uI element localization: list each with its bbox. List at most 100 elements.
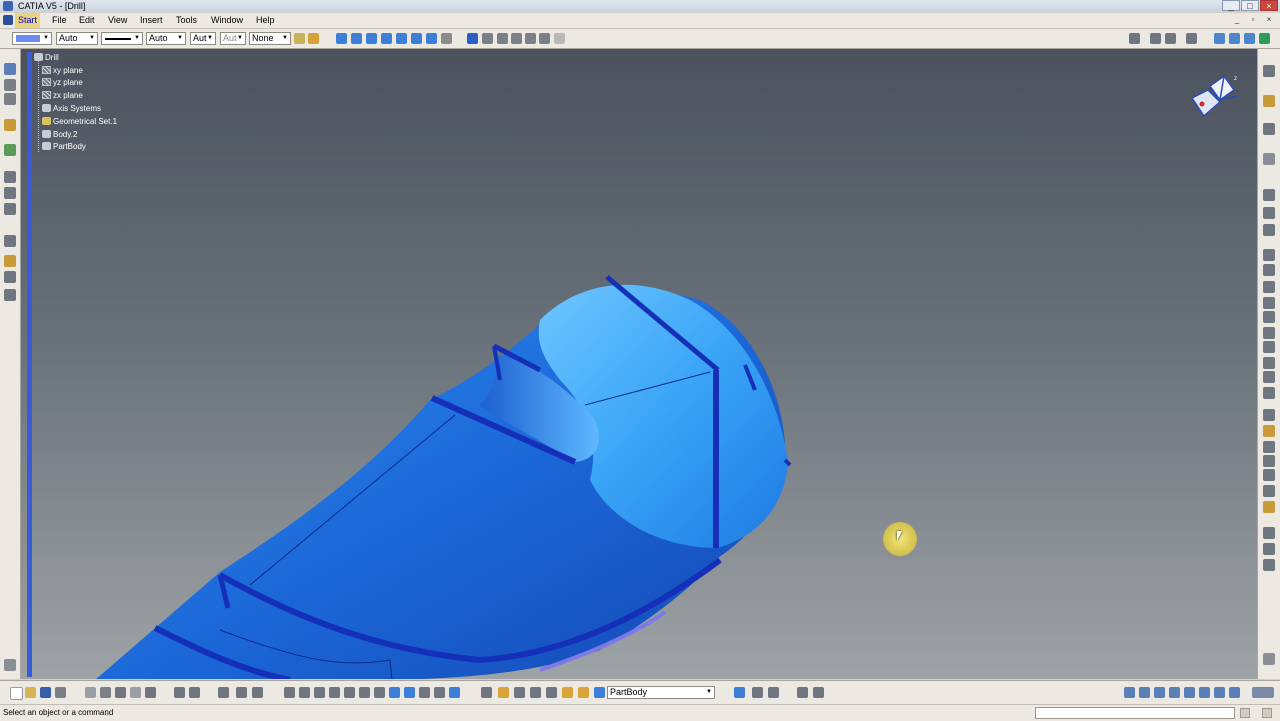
trim-icon[interactable] [1263, 357, 1275, 369]
fillet-icon[interactable] [4, 235, 16, 247]
draft-icon[interactable] [4, 271, 16, 283]
doc-minimize-button[interactable]: _ [1230, 14, 1244, 25]
paste-icon[interactable] [115, 687, 126, 698]
snap-icon[interactable] [797, 687, 808, 698]
affinity-icon[interactable] [1263, 469, 1275, 481]
view-front-icon[interactable] [336, 33, 347, 44]
fill-icon[interactable] [1263, 297, 1275, 309]
color-select[interactable]: ▼ [12, 32, 52, 45]
accelerate-icon[interactable] [1229, 687, 1240, 698]
spec-tree-bar[interactable] [27, 52, 32, 677]
dynamic-hidden-line-icon[interactable] [525, 33, 536, 44]
inertia-icon[interactable] [1263, 543, 1275, 555]
constraint-icon[interactable] [530, 687, 541, 698]
cut-icon[interactable] [85, 687, 96, 698]
menu-view[interactable]: View [108, 13, 127, 28]
manipulate-icon[interactable] [813, 687, 824, 698]
menu-help[interactable]: Help [256, 13, 275, 28]
shading-edges-icon[interactable] [482, 33, 493, 44]
sketch-analysis-icon[interactable] [562, 687, 573, 698]
power-input-clear-button[interactable] [1262, 708, 1272, 718]
undo-icon[interactable] [130, 687, 141, 698]
zoom-out-icon[interactable] [359, 687, 370, 698]
view-bottom-icon[interactable] [411, 33, 422, 44]
scan-icon[interactable] [768, 687, 779, 698]
tree-node-body2[interactable]: Body.2 [42, 129, 77, 140]
pan-bottom-icon[interactable] [314, 687, 325, 698]
axis-tool-icon[interactable] [514, 687, 525, 698]
named-views-icon[interactable] [441, 33, 452, 44]
apply-material-bottom-icon[interactable] [752, 687, 763, 698]
boundary-icon[interactable] [1263, 371, 1275, 383]
maximize-button[interactable]: □ [1241, 0, 1259, 11]
rotate-bottom-icon[interactable] [329, 687, 340, 698]
tree-node-root[interactable]: Drill [34, 52, 59, 63]
compass-move-icon[interactable] [1124, 687, 1135, 698]
chamfer-icon[interactable] [4, 255, 16, 267]
new-icon[interactable] [10, 687, 23, 700]
view-mode-icon[interactable] [404, 687, 415, 698]
point-symbol-select[interactable]: Aut ▼ [190, 32, 216, 45]
rotate-tool-icon[interactable] [1263, 425, 1275, 437]
rotate-icon[interactable] [1165, 33, 1176, 44]
fit-all-bottom-icon[interactable] [299, 687, 310, 698]
constraint-defined-icon[interactable] [546, 687, 557, 698]
pad-icon[interactable] [4, 93, 16, 105]
minimize-button[interactable]: _ [1222, 0, 1240, 11]
3d-viewport[interactable] [0, 49, 1280, 679]
view-right-icon[interactable] [381, 33, 392, 44]
polyline-icon[interactable] [1263, 207, 1275, 219]
apply-material-icon[interactable] [1229, 33, 1240, 44]
open-icon[interactable] [25, 687, 36, 698]
tree-node-geometrical-set[interactable]: Geometrical Set.1 [42, 116, 117, 127]
table-icon[interactable] [218, 687, 229, 698]
tree-node-partbody[interactable]: PartBody [42, 141, 86, 152]
parameter-icon[interactable] [189, 687, 200, 698]
publication-icon[interactable] [1244, 33, 1255, 44]
pan-icon[interactable] [1150, 33, 1161, 44]
power-input-button[interactable] [1240, 708, 1250, 718]
menu-window[interactable]: Window [211, 13, 243, 28]
custom-view-icon[interactable] [554, 33, 565, 44]
point-icon[interactable] [1263, 65, 1275, 77]
groove-icon[interactable] [4, 171, 16, 183]
axis-icon[interactable] [1263, 189, 1275, 201]
turn-head-icon[interactable] [1184, 687, 1195, 698]
hide-show-icon[interactable] [419, 687, 430, 698]
catia-app-icon[interactable] [3, 1, 13, 11]
print-icon[interactable] [55, 687, 66, 698]
menu-edit[interactable]: Edit [79, 13, 95, 28]
translate-icon[interactable] [1263, 409, 1275, 421]
tree-node-xy-plane[interactable]: xy plane [42, 65, 83, 76]
hole-icon[interactable] [4, 187, 16, 199]
revolve-icon[interactable] [1263, 249, 1275, 261]
doc-close-button[interactable]: × [1262, 14, 1276, 25]
sweep-icon[interactable] [1263, 264, 1275, 276]
knowledge-icon[interactable] [1259, 33, 1270, 44]
swap-space-icon[interactable] [434, 687, 445, 698]
shading-hidden-edges-icon[interactable] [497, 33, 508, 44]
update-icon[interactable] [481, 687, 492, 698]
tree-node-yz-plane[interactable]: yz plane [42, 77, 83, 88]
look-at-icon[interactable] [1169, 687, 1180, 698]
quick-view-icon[interactable] [389, 687, 400, 698]
extract-icon[interactable] [1263, 387, 1275, 399]
transparency-select[interactable]: Auto ▼ [56, 32, 98, 45]
compass-toggle-icon[interactable] [1263, 653, 1275, 665]
menu-insert[interactable]: Insert [140, 13, 163, 28]
compass-pan-icon[interactable] [1139, 687, 1150, 698]
multi-section-icon[interactable] [1263, 281, 1275, 293]
menu-tools[interactable]: Tools [176, 13, 197, 28]
shaft-icon[interactable] [4, 144, 16, 156]
shell-icon[interactable] [4, 289, 16, 301]
document-icon[interactable] [3, 15, 13, 25]
doc-restore-button[interactable]: ▫ [1246, 14, 1260, 25]
projection-icon[interactable] [1263, 153, 1275, 165]
fit-all-icon[interactable] [1129, 33, 1140, 44]
layer-select[interactable]: None ▼ [249, 32, 291, 45]
wireframe-icon[interactable] [511, 33, 522, 44]
line-type-select[interactable]: Auto ▼ [146, 32, 186, 45]
save-icon[interactable] [40, 687, 51, 698]
body-select[interactable]: PartBody ▼ [607, 686, 715, 699]
whats-this-icon[interactable] [145, 687, 156, 698]
